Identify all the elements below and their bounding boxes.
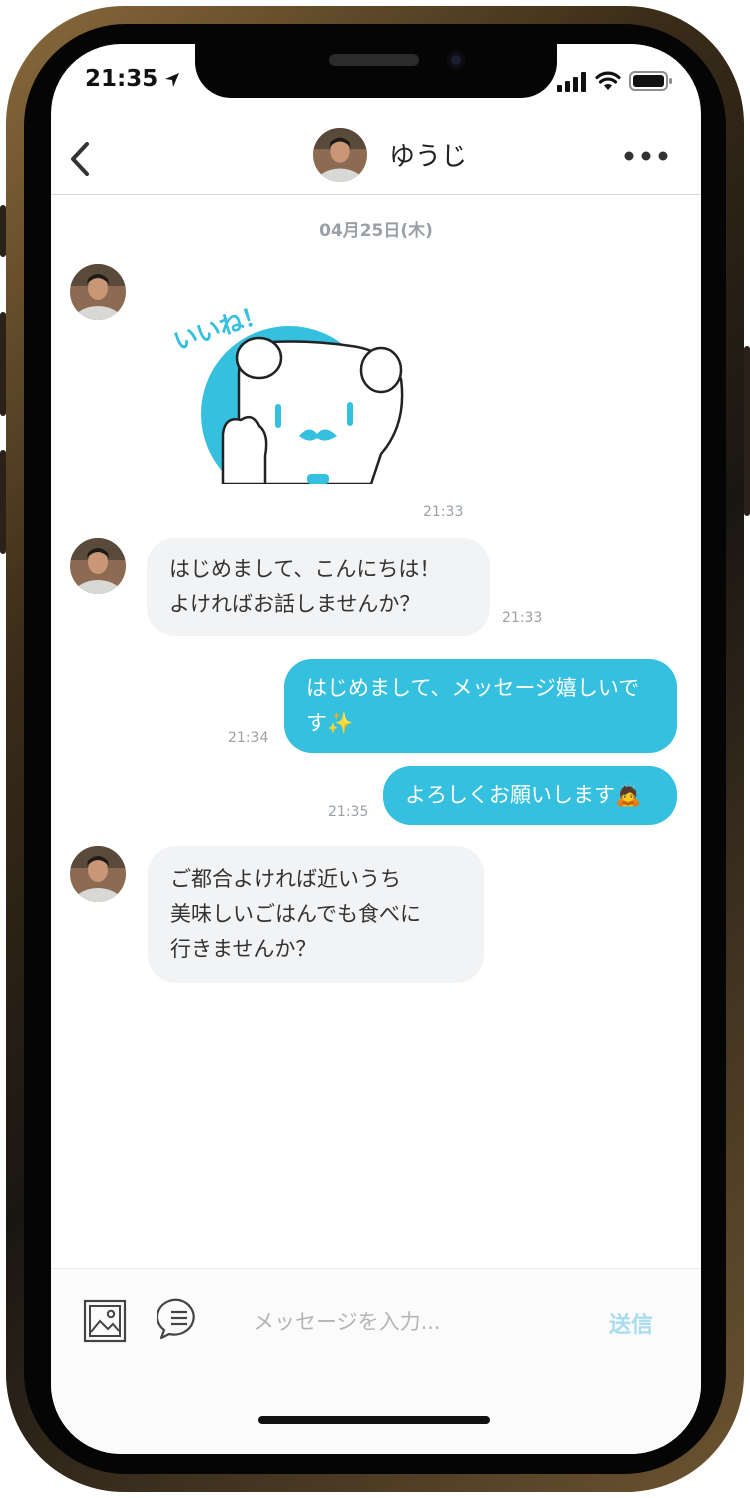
partner-avatar[interactable]	[313, 128, 367, 182]
template-message-icon[interactable]	[157, 1297, 201, 1341]
date-separator: 04月25日(木)	[319, 221, 433, 241]
home-indicator[interactable]	[258, 1416, 490, 1424]
message-line: ご都合よければ近いうち	[170, 867, 401, 891]
outgoing-message-bubble[interactable]: はじめまして、メッセージ嬉しいで す✨	[284, 659, 677, 753]
power-button	[744, 346, 750, 516]
message-line: 美味しいごはんでも食べに	[170, 902, 421, 926]
send-button[interactable]: 送信	[609, 1307, 653, 1339]
incoming-message-bubble[interactable]: はじめまして、こんにちは！ よければお話しませんか？	[147, 538, 490, 636]
earpiece-speaker	[329, 54, 419, 66]
partner-avatar[interactable]	[70, 538, 126, 594]
outgoing-message-bubble[interactable]: よろしくお願いします🙇	[383, 766, 677, 825]
mute-switch	[0, 205, 6, 257]
like-bear-sticker[interactable]: いいね！	[161, 284, 421, 484]
chat-header: ゆうじ	[51, 128, 701, 195]
volume-down-button	[0, 450, 6, 554]
image-attach-icon[interactable]	[83, 1299, 127, 1343]
battery-icon	[629, 71, 672, 91]
message-line: よろしくお願いします🙇	[405, 783, 642, 807]
incoming-message-bubble[interactable]: ご都合よければ近いうち 美味しいごはんでも食べに 行きませんか？	[148, 846, 484, 983]
app-screen: 21:35 ゆうじ 04月25日(木) いいね！ 21:33 はじめまして、こん…	[51, 44, 701, 1454]
message-line: 行きませんか？	[170, 937, 317, 961]
message-time: 21:33	[423, 504, 464, 520]
message-time: 21:33	[502, 610, 543, 626]
back-button[interactable]	[61, 136, 101, 182]
status-time: 21:35	[85, 66, 159, 92]
partner-avatar[interactable]	[70, 846, 126, 902]
message-time: 21:34	[228, 730, 269, 746]
message-line: はじめまして、こんにちは！	[169, 557, 441, 581]
message-line: よければお話しませんか？	[169, 592, 421, 616]
message-time: 21:35	[328, 804, 369, 820]
location-arrow-icon	[165, 73, 179, 87]
volume-up-button	[0, 312, 6, 416]
front-camera	[447, 51, 465, 69]
message-composer: 送信	[51, 1268, 701, 1454]
notch	[195, 44, 557, 98]
message-line: はじめまして、メッセージ嬉しいで	[306, 676, 640, 700]
more-options-icon[interactable]	[623, 148, 669, 164]
partner-avatar[interactable]	[70, 264, 126, 320]
wifi-icon	[595, 71, 621, 90]
partner-name: ゆうじ	[389, 142, 468, 172]
cellular-signal-icon	[557, 72, 586, 92]
message-line: す✨	[306, 711, 354, 735]
message-input[interactable]	[251, 1299, 585, 1345]
